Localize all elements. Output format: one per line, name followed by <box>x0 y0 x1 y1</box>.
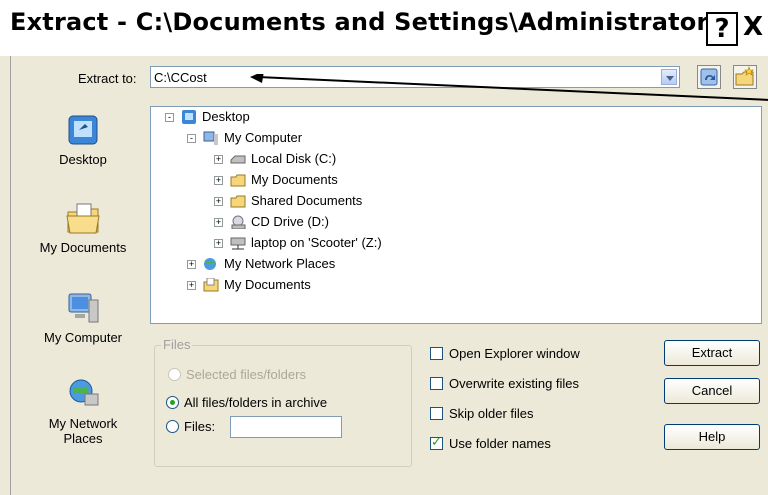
expander-icon[interactable]: + <box>214 176 223 185</box>
checkbox-label: Overwrite existing files <box>449 376 580 391</box>
annotation-arrow <box>250 74 768 101</box>
tree-item-my-documents[interactable]: My Documents <box>251 172 338 188</box>
extract-to-label: Extract to: <box>78 71 137 86</box>
expander-icon[interactable]: + <box>214 155 223 164</box>
expander-icon[interactable]: + <box>187 281 196 290</box>
place-network[interactable]: My Network Places <box>22 376 144 446</box>
extract-to-value: C:\CCost <box>154 70 207 85</box>
close-button[interactable]: X <box>738 10 768 44</box>
place-label: My Computer <box>43 330 123 345</box>
radio-label: Selected files/folders <box>186 367 306 382</box>
checkbox-label: Use folder names <box>449 436 551 451</box>
title-bar: Extract - C:\Documents and Settings\Admi… <box>0 0 768 56</box>
tree-item-desktop[interactable]: Desktop <box>202 109 250 125</box>
window-title: Extract - C:\Documents and Settings\Admi… <box>10 8 768 36</box>
files-group-title: Files <box>161 337 193 352</box>
cancel-button[interactable]: Cancel <box>664 378 760 404</box>
checkbox-label: Skip older files <box>449 406 534 421</box>
tree-item-my-computer[interactable]: My Computer <box>224 130 302 146</box>
expander-icon[interactable]: + <box>214 239 223 248</box>
extract-dialog: Extract - C:\Documents and Settings\Admi… <box>0 0 768 495</box>
expander-icon[interactable]: - <box>187 134 196 143</box>
expander-icon[interactable]: - <box>165 113 174 122</box>
checkbox-open-explorer[interactable] <box>430 347 443 360</box>
files-input[interactable] <box>230 416 342 438</box>
tree-item-cd-drive[interactable]: CD Drive (D:) <box>251 214 329 230</box>
folder-icon <box>230 195 246 208</box>
tree-item-local-disk[interactable]: Local Disk (C:) <box>251 151 336 167</box>
extract-button[interactable]: Extract <box>664 340 760 366</box>
place-label: Desktop <box>59 152 107 167</box>
place-my-computer[interactable]: My Computer <box>22 290 144 345</box>
checkbox-skip-older[interactable] <box>430 407 443 420</box>
radio-all-files[interactable] <box>166 396 179 409</box>
expander-icon[interactable]: + <box>214 197 223 206</box>
desktop-icon <box>68 115 98 145</box>
expander-icon[interactable]: + <box>214 218 223 227</box>
place-label: My Network Places <box>48 416 118 446</box>
checkbox-label: Open Explorer window <box>449 346 580 361</box>
desktop-icon <box>182 110 196 124</box>
radio-label: Files: <box>184 419 216 434</box>
network-drive-icon <box>230 237 246 250</box>
my-computer-icon <box>68 293 99 323</box>
place-my-documents[interactable]: My Documents <box>22 200 144 255</box>
tree-item-network-drive[interactable]: laptop on 'Scooter' (Z:) <box>251 235 382 251</box>
my-documents-icon <box>203 278 219 292</box>
expander-icon[interactable]: + <box>187 260 196 269</box>
network-places-icon <box>204 258 216 270</box>
cd-drive-icon <box>231 215 246 229</box>
tree-item-network-places[interactable]: My Network Places <box>224 256 335 272</box>
checkbox-use-folder-names[interactable] <box>430 435 443 450</box>
place-desktop[interactable]: Desktop <box>22 112 144 167</box>
folder-tree[interactable]: - Desktop - My Computer + Local Disk (C:… <box>150 106 762 324</box>
radio-label: All files/folders in archive <box>184 395 328 410</box>
help-button[interactable]: Help <box>664 424 760 450</box>
my-computer-icon <box>203 131 218 145</box>
place-label: My Documents <box>39 240 127 255</box>
tree-item-shared-documents[interactable]: Shared Documents <box>251 193 362 209</box>
network-places-icon <box>69 379 99 406</box>
drive-icon <box>230 155 246 164</box>
my-documents-icon <box>66 203 100 234</box>
folder-icon <box>230 174 246 187</box>
help-title-button[interactable]: ? <box>706 12 738 46</box>
checkbox-overwrite[interactable] <box>430 377 443 390</box>
radio-files[interactable] <box>166 420 179 433</box>
places-bar: Desktop My Documents My Computer My Netw… <box>22 98 144 470</box>
radio-selected-files[interactable] <box>168 368 181 381</box>
tree-item-my-documents-2[interactable]: My Documents <box>224 277 311 293</box>
